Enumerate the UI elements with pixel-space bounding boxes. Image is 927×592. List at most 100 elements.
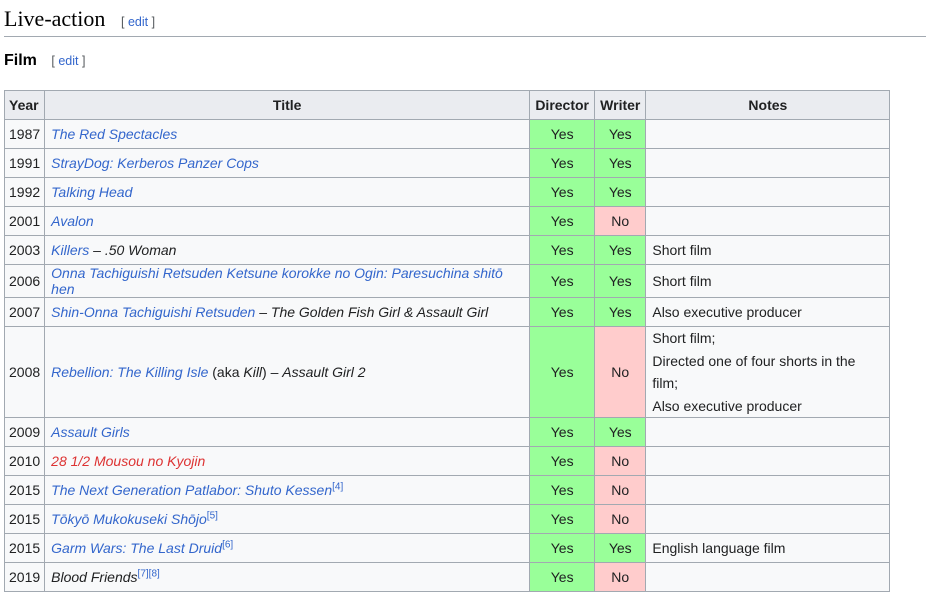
header-notes[interactable]: Notes [645, 90, 891, 120]
cell-writer: Yes [594, 533, 647, 563]
table-row: 2010 28 1/2 Mousou no Kyojin Yes No [3, 446, 891, 476]
cell-title: Onna Tachiguishi Retsuden Ketsune korokk… [44, 264, 531, 298]
title-link[interactable]: The Red Spectacles [51, 126, 177, 142]
cell-writer: Yes [594, 297, 647, 327]
cell-notes [645, 446, 891, 476]
writer-value: Yes [608, 242, 632, 258]
director-value: Yes [550, 273, 574, 289]
cell-notes [645, 177, 891, 207]
cell-year: 2006 [3, 264, 46, 298]
table-row: 2006 Onna Tachiguishi Retsuden Ketsune ko… [3, 264, 891, 298]
writer-value: Yes [608, 155, 632, 171]
title-link[interactable]: Rebellion: The Killing Isle [51, 364, 208, 380]
writer-value: No [611, 569, 630, 585]
writer-value: No [611, 511, 630, 527]
title-link[interactable]: Assault Girls [51, 424, 130, 440]
cell-director: Yes [529, 148, 596, 178]
director-value: Yes [550, 540, 574, 556]
subsection-edit-link[interactable]: edit [58, 54, 78, 68]
cell-year: 1991 [3, 148, 46, 178]
note-line: Short film; [652, 330, 716, 346]
cell-year: 2003 [3, 235, 46, 265]
cell-notes: English language film [645, 533, 891, 563]
cell-writer: No [594, 206, 647, 236]
year-value: 2019 [9, 569, 41, 585]
cell-director: Yes [529, 264, 596, 298]
header-title[interactable]: Title [44, 90, 531, 120]
year-value: 1991 [9, 155, 41, 171]
section-edit: [ edit ] [121, 15, 156, 29]
writer-value: No [611, 364, 630, 380]
cell-director: Yes [529, 297, 596, 327]
table-row: 2015 Tōkyō Mukokuseki Shōjo[5] Yes No [3, 504, 891, 534]
cell-title: Garm Wars: The Last Druid[6] [44, 533, 531, 563]
title-link[interactable]: Tōkyō Mukokuseki Shōjo [51, 511, 207, 527]
writer-value: Yes [608, 540, 632, 556]
cell-year: 2019 [3, 562, 46, 592]
note-line: Also executive producer [652, 397, 802, 414]
citation-ref[interactable]: [5] [207, 510, 218, 521]
cell-director: Yes [529, 475, 596, 505]
table-row: 2001 Avalon Yes No [3, 206, 891, 236]
title-link[interactable]: Shin-Onna Tachiguishi Retsuden [51, 304, 255, 320]
year-value: 2015 [9, 511, 41, 527]
year-value: 2006 [9, 273, 41, 289]
year-value: 2009 [9, 424, 41, 440]
cell-title: 28 1/2 Mousou no Kyojin [44, 446, 531, 476]
cell-year: 2015 [3, 504, 46, 534]
section-heading: Live-action [ edit ] [4, 6, 926, 37]
table-row: 2007 Shin-Onna Tachiguishi Retsuden – The… [3, 297, 891, 327]
cell-writer: No [594, 504, 647, 534]
cell-year: 2009 [3, 417, 46, 447]
writer-value: No [611, 482, 630, 498]
year-value: 1987 [9, 126, 41, 142]
subsection-heading: Film [ edit ] [4, 52, 85, 70]
citation-ref[interactable]: [6] [222, 539, 233, 550]
cell-writer: No [594, 326, 647, 418]
table-row: 2015 Garm Wars: The Last Druid[6] Yes Yes En… [3, 533, 891, 563]
director-value: Yes [550, 482, 574, 498]
cell-title: The Next Generation Patlabor: Shuto Kess… [44, 475, 531, 505]
director-value: Yes [550, 511, 574, 527]
cell-title: Killers – .50 Woman [44, 235, 531, 265]
title-link[interactable]: Talking Head [51, 184, 132, 200]
section-edit-link[interactable]: edit [128, 15, 148, 29]
title-link[interactable]: Garm Wars: The Last Druid [51, 540, 222, 556]
title-link[interactable]: Onna Tachiguishi Retsuden Ketsune korokk… [51, 265, 503, 297]
director-value: Yes [550, 304, 574, 320]
header-director[interactable]: Director [529, 90, 596, 120]
cell-title: Shin-Onna Tachiguishi Retsuden – The Gol… [44, 297, 531, 327]
director-value: Yes [550, 424, 574, 440]
cell-director: Yes [529, 235, 596, 265]
title-link[interactable]: StrayDog: Kerberos Panzer Cops [51, 155, 259, 171]
cell-title: The Red Spectacles [44, 119, 531, 149]
cell-notes [645, 148, 891, 178]
year-value: 2001 [9, 213, 41, 229]
title-link[interactable]: 28 1/2 Mousou no Kyojin [51, 453, 205, 469]
cell-director: Yes [529, 326, 596, 418]
title-link[interactable]: The Next Generation Patlabor: Shuto Kess… [51, 482, 332, 498]
director-value: Yes [550, 453, 574, 469]
header-writer[interactable]: Writer [594, 90, 647, 120]
cell-title: Avalon [44, 206, 531, 236]
cell-year: 2010 [3, 446, 46, 476]
cell-notes [645, 562, 891, 592]
title-link[interactable]: Avalon [51, 213, 94, 229]
cell-notes [645, 206, 891, 236]
citation-ref[interactable]: [4] [332, 481, 343, 492]
table-row: 2003 Killers – .50 Woman Yes Yes Short film [3, 235, 891, 265]
director-value: Yes [550, 184, 574, 200]
subsection-title: Film [4, 52, 37, 69]
cell-notes [645, 475, 891, 505]
cell-notes: Short film [645, 235, 891, 265]
cell-writer: Yes [594, 264, 647, 298]
director-value: Yes [550, 364, 574, 380]
title-text: Blood Friends [51, 569, 138, 585]
title-link[interactable]: Killers [51, 242, 89, 258]
director-value: Yes [550, 155, 574, 171]
header-year[interactable]: Year [3, 90, 46, 120]
director-value: Yes [550, 213, 574, 229]
cell-writer: Yes [594, 148, 647, 178]
year-value: 2007 [9, 304, 41, 320]
cell-notes: Short film [645, 264, 891, 298]
